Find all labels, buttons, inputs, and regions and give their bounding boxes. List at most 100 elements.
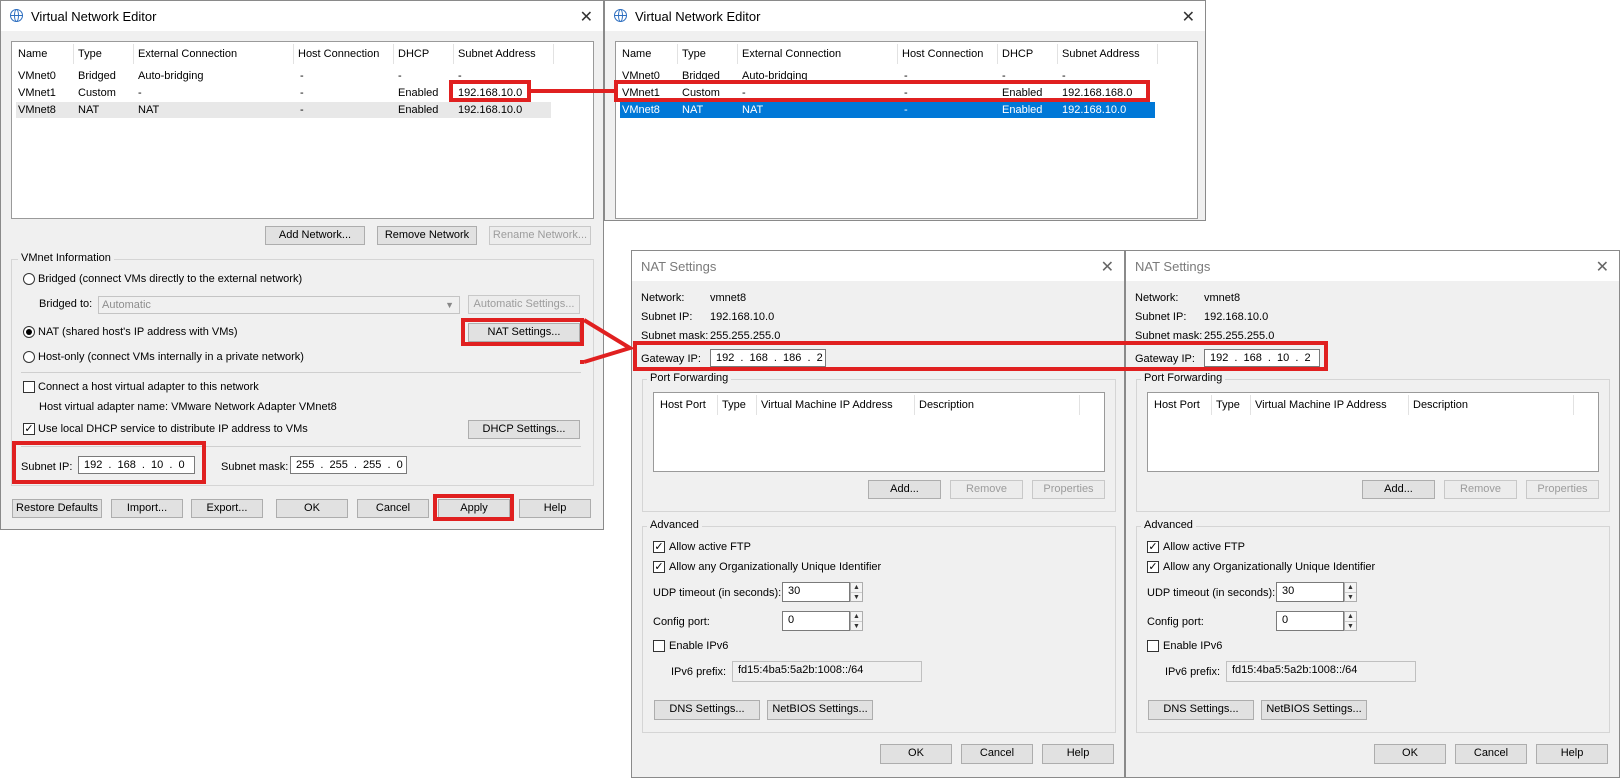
import-button[interactable]: Import... [111, 499, 183, 518]
rename-network-button[interactable]: Rename Network... [489, 226, 591, 245]
help-button[interactable]: Help [1536, 744, 1608, 764]
add-button[interactable]: Add... [1362, 480, 1435, 499]
udp-timeout-spinner[interactable]: ▲ ▼ [1344, 582, 1357, 602]
netbios-settings-button[interactable]: NetBIOS Settings... [767, 700, 873, 720]
nat-radio-label[interactable]: NAT (shared host's IP address with VMs) [38, 326, 238, 338]
config-port-spinner[interactable]: ▲ ▼ [1344, 611, 1357, 631]
netbios-settings-button[interactable]: NetBIOS Settings... [1261, 700, 1367, 720]
enable-ipv6-label[interactable]: Enable IPv6 [669, 640, 728, 652]
cell-type: NAT [78, 104, 100, 116]
allow-oui-label[interactable]: Allow any Organizationally Unique Identi… [1163, 561, 1375, 573]
properties-button[interactable]: Properties [1526, 480, 1599, 499]
ipv6-prefix-field[interactable]: fd15:4ba5:5a2b:1008::/64 [1226, 661, 1416, 682]
close-icon[interactable]: ✕ [1182, 7, 1195, 27]
automatic-settings-button[interactable]: Automatic Settings... [468, 295, 580, 314]
allow-ftp-label[interactable]: Allow active FTP [669, 541, 751, 553]
column-header-vm-ip[interactable]: Virtual Machine IP Address [1255, 399, 1387, 411]
enable-ipv6-checkbox[interactable] [653, 640, 665, 652]
column-header-host-port[interactable]: Host Port [1154, 399, 1200, 411]
config-port-spinner[interactable]: ▲ ▼ [850, 611, 863, 631]
network-list[interactable]: Name Type External Connection Host Conne… [11, 41, 594, 219]
arrow-icon [580, 318, 635, 364]
column-header-subnet[interactable]: Subnet Address [458, 48, 536, 60]
cancel-button[interactable]: Cancel [961, 744, 1033, 764]
enable-ipv6-checkbox[interactable] [1147, 640, 1159, 652]
add-button[interactable]: Add... [868, 480, 941, 499]
column-header-type[interactable]: Type [1216, 399, 1240, 411]
column-header-external[interactable]: External Connection [138, 48, 237, 60]
host-only-radio-label[interactable]: Host-only (connect VMs internally in a p… [38, 351, 304, 363]
use-dhcp-checkbox[interactable]: ✓ [23, 423, 35, 435]
ok-button[interactable]: OK [276, 499, 348, 518]
network-label: Network: [641, 292, 685, 304]
properties-button[interactable]: Properties [1032, 480, 1105, 499]
column-header-description[interactable]: Description [919, 399, 974, 411]
dns-settings-button[interactable]: DNS Settings... [654, 700, 760, 720]
column-header-dhcp[interactable]: DHCP [1002, 48, 1033, 60]
nat-settings-window-after: NAT Settings ✕ Network: vmnet8 Subnet IP… [1125, 250, 1620, 778]
subnet-mask-field[interactable]: 255 . 255 . 255 . 0 [290, 456, 407, 474]
help-button[interactable]: Help [1042, 744, 1114, 764]
udp-timeout-field[interactable]: 30 [782, 582, 850, 602]
close-icon[interactable]: ✕ [1101, 257, 1114, 277]
dhcp-settings-button[interactable]: DHCP Settings... [468, 420, 580, 439]
add-network-button[interactable]: Add Network... [265, 226, 365, 245]
column-header-subnet[interactable]: Subnet Address [1062, 48, 1140, 60]
bridged-radio-label[interactable]: Bridged (connect VMs directly to the ext… [38, 273, 302, 285]
bridged-radio[interactable] [23, 273, 35, 285]
column-header-description[interactable]: Description [1413, 399, 1468, 411]
port-forwarding-list[interactable]: Host Port Type Virtual Machine IP Addres… [653, 392, 1105, 472]
connect-adapter-checkbox[interactable] [23, 381, 35, 393]
connect-adapter-label[interactable]: Connect a host virtual adapter to this n… [38, 381, 259, 393]
column-header-type[interactable]: Type [682, 48, 706, 60]
column-header-host-port[interactable]: Host Port [660, 399, 706, 411]
help-button[interactable]: Help [519, 499, 591, 518]
column-header-name[interactable]: Name [18, 48, 47, 60]
config-port-field[interactable]: 0 [1276, 611, 1344, 631]
enable-ipv6-label[interactable]: Enable IPv6 [1163, 640, 1222, 652]
allow-ftp-checkbox[interactable]: ✓ [1147, 541, 1159, 553]
allow-oui-checkbox[interactable]: ✓ [653, 561, 665, 573]
network-value: vmnet8 [710, 292, 747, 304]
allow-oui-checkbox[interactable]: ✓ [1147, 561, 1159, 573]
allow-oui-label[interactable]: Allow any Organizationally Unique Identi… [669, 561, 881, 573]
cell-subnet: 192.168.10.0 [458, 104, 523, 116]
column-header-vm-ip[interactable]: Virtual Machine IP Address [761, 399, 893, 411]
table-row[interactable]: VMnet8 NAT NAT - Enabled 192.168.10.0 [16, 102, 551, 118]
restore-defaults-button[interactable]: Restore Defaults [12, 499, 102, 518]
export-button[interactable]: Export... [191, 499, 263, 518]
column-header-dhcp[interactable]: DHCP [398, 48, 429, 60]
config-port-field[interactable]: 0 [782, 611, 850, 631]
cell-dhcp: Enabled [398, 104, 439, 116]
bridged-to-select[interactable]: Automatic ▼ [98, 296, 460, 314]
ipv6-prefix-field[interactable]: fd15:4ba5:5a2b:1008::/64 [732, 661, 922, 682]
close-icon[interactable]: ✕ [1596, 257, 1609, 277]
allow-ftp-label[interactable]: Allow active FTP [1163, 541, 1245, 553]
table-row-selected[interactable]: VMnet8 NAT NAT - Enabled 192.168.10.0 [620, 102, 1155, 118]
port-forwarding-list[interactable]: Host Port Type Virtual Machine IP Addres… [1147, 392, 1599, 472]
udp-timeout-field[interactable]: 30 [1276, 582, 1344, 602]
network-list[interactable]: Name Type External Connection Host Conne… [615, 41, 1198, 219]
host-only-radio[interactable] [23, 351, 35, 363]
column-header-type[interactable]: Type [78, 48, 102, 60]
nat-radio[interactable] [23, 326, 35, 338]
remove-button[interactable]: Remove [950, 480, 1023, 499]
ok-button[interactable]: OK [880, 744, 952, 764]
column-header-host[interactable]: Host Connection [298, 48, 379, 60]
remove-button[interactable]: Remove [1444, 480, 1517, 499]
dns-settings-button[interactable]: DNS Settings... [1148, 700, 1254, 720]
allow-ftp-checkbox[interactable]: ✓ [653, 541, 665, 553]
remove-network-button[interactable]: Remove Network [377, 226, 477, 245]
use-dhcp-label[interactable]: Use local DHCP service to distribute IP … [38, 423, 308, 435]
cancel-button[interactable]: Cancel [1455, 744, 1527, 764]
column-header-external[interactable]: External Connection [742, 48, 841, 60]
cancel-button[interactable]: Cancel [357, 499, 429, 518]
column-header-host[interactable]: Host Connection [902, 48, 983, 60]
column-header-name[interactable]: Name [622, 48, 651, 60]
column-header-type[interactable]: Type [722, 399, 746, 411]
cell-type: NAT [682, 104, 704, 116]
udp-timeout-spinner[interactable]: ▲ ▼ [850, 582, 863, 602]
close-icon[interactable]: ✕ [580, 7, 593, 27]
ok-button[interactable]: OK [1374, 744, 1446, 764]
config-port-label: Config port: [1147, 616, 1204, 628]
